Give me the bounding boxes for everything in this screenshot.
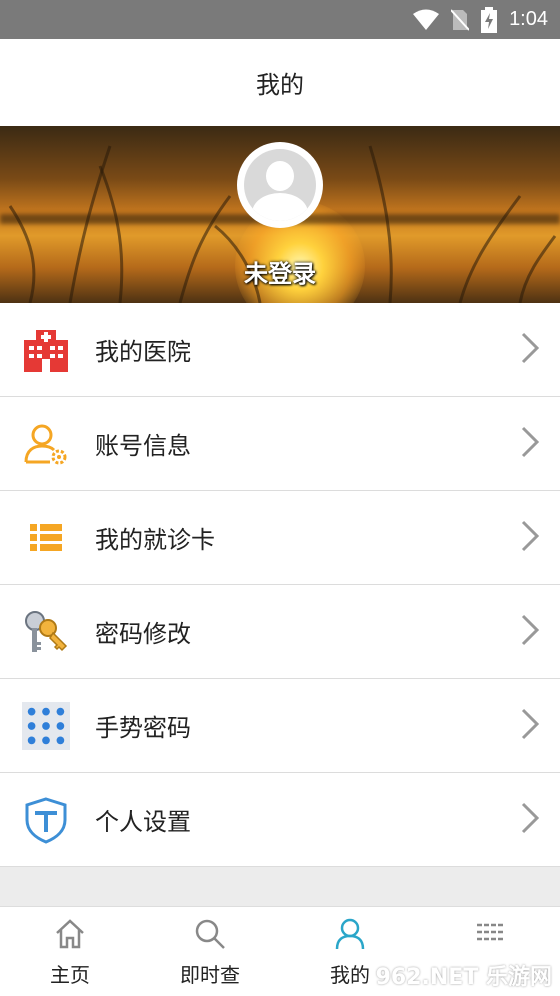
chevron-right-icon	[520, 331, 540, 369]
menu-grid-icon	[473, 917, 507, 955]
hospital-icon	[22, 326, 70, 374]
login-status-label[interactable]: 未登录	[0, 254, 560, 289]
search-icon	[193, 917, 227, 955]
menu-item-label: 账号信息	[95, 432, 191, 460]
watermark-logo: 962.NET 乐游网	[375, 965, 552, 990]
tab-home[interactable]: 主页	[0, 907, 140, 996]
profile-menu: 我的医院 账号信息 我的就诊卡 密码修改 手势密码 个人设置	[0, 303, 560, 867]
status-time: 1:04	[509, 8, 548, 30]
chevron-right-icon	[520, 707, 540, 745]
menu-item-personal-settings[interactable]: 个人设置	[0, 773, 560, 867]
menu-item-gesture-password[interactable]: 手势密码	[0, 679, 560, 773]
menu-item-my-hospital[interactable]: 我的医院	[0, 303, 560, 397]
battery-charging-icon	[481, 6, 498, 33]
page-title: 我的	[256, 71, 304, 99]
menu-item-label: 手势密码	[95, 714, 191, 742]
no-sim-icon	[451, 8, 470, 32]
menu-item-medical-card[interactable]: 我的就诊卡	[0, 491, 560, 585]
chevron-right-icon	[520, 519, 540, 557]
status-bar: 1:04	[0, 0, 560, 39]
avatar[interactable]	[237, 142, 323, 228]
default-user-icon	[244, 149, 316, 221]
gesture-grid-icon	[22, 701, 70, 750]
key-icon	[22, 608, 70, 656]
menu-item-label: 个人设置	[95, 808, 191, 836]
tab-instant-query[interactable]: 即时查	[140, 907, 280, 996]
tab-label: 即时查	[180, 963, 240, 987]
profile-banner: 未登录	[0, 126, 560, 303]
tab-label: 我的	[330, 963, 370, 987]
chevron-right-icon	[520, 425, 540, 463]
shield-icon	[22, 796, 70, 844]
menu-item-label: 我的就诊卡	[95, 526, 215, 554]
chevron-right-icon	[520, 613, 540, 651]
chevron-right-icon	[520, 801, 540, 839]
menu-item-label: 我的医院	[95, 338, 191, 366]
menu-item-account-info[interactable]: 账号信息	[0, 397, 560, 491]
card-list-icon	[22, 514, 70, 562]
menu-item-change-password[interactable]: 密码修改	[0, 585, 560, 679]
wifi-icon	[413, 9, 440, 31]
tab-label: 主页	[50, 963, 90, 987]
menu-item-label: 密码修改	[95, 620, 191, 648]
user-icon	[333, 917, 367, 955]
home-icon	[53, 917, 87, 955]
title-bar: 我的	[0, 39, 560, 126]
account-settings-icon	[22, 420, 70, 468]
